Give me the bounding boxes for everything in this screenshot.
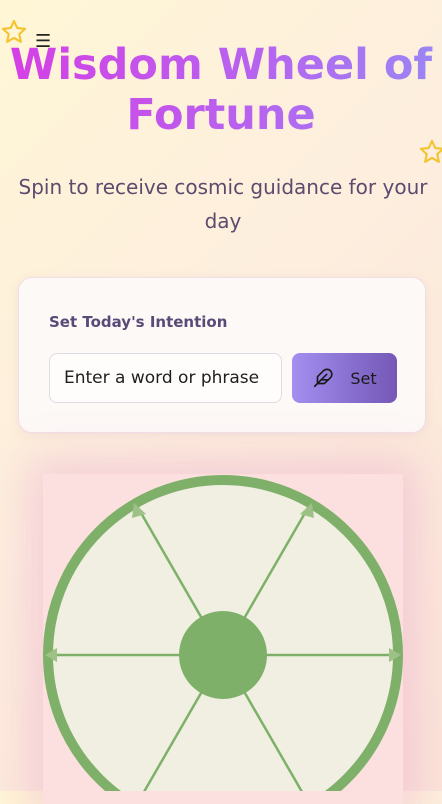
feather-icon (314, 368, 333, 388)
intention-label: Set Today's Intention (49, 313, 228, 331)
star-icon (419, 139, 442, 163)
page-subtitle: Spin to receive cosmic guidance for your… (18, 175, 428, 233)
intention-input[interactable] (49, 353, 282, 403)
wheel-hub[interactable] (179, 611, 267, 699)
page-title: Wisdom Wheel of Fortune (0, 40, 442, 140)
fortune-wheel[interactable] (43, 474, 403, 791)
intention-card: Set Today's Intention Set (18, 277, 426, 433)
set-button-label: Set (350, 368, 377, 388)
set-intention-button[interactable]: Set (292, 353, 397, 403)
